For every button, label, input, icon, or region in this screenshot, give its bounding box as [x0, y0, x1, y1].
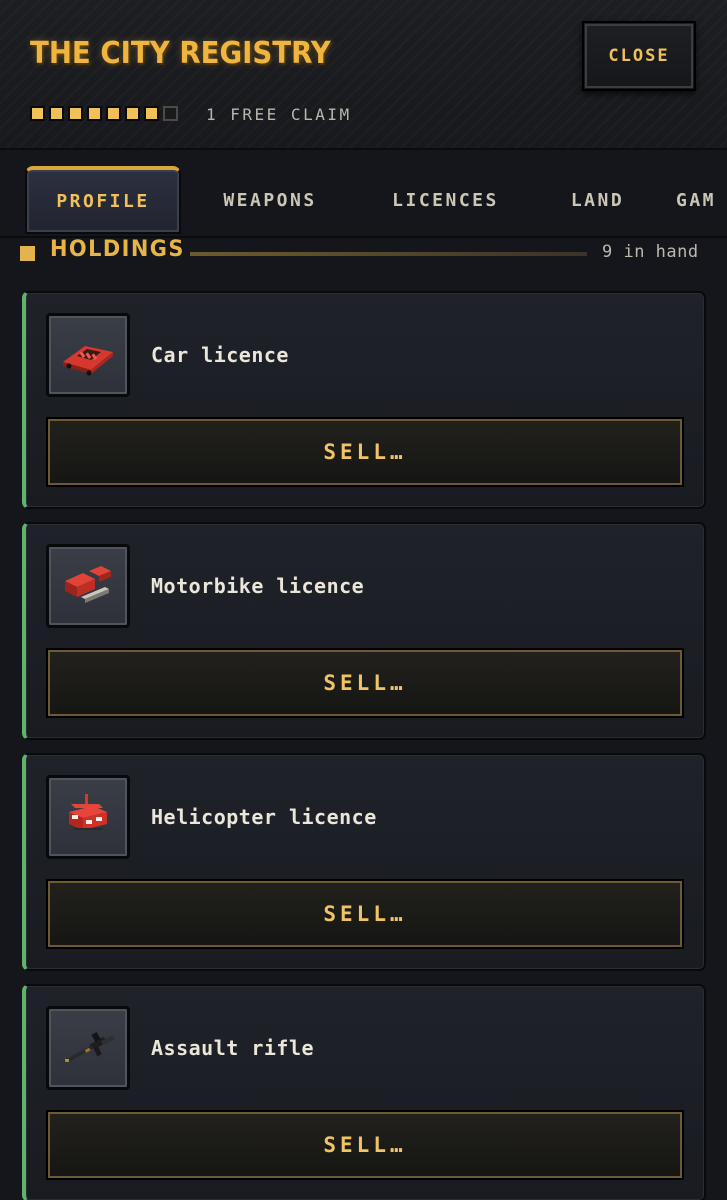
sell-button[interactable]: SELL… [46, 1110, 684, 1180]
page-title: THE CITY REGISTRY [30, 36, 331, 71]
motorbike-icon [46, 544, 130, 628]
section-title: HOLDINGS [50, 237, 185, 262]
section-divider [190, 252, 587, 256]
claim-pip [30, 106, 45, 121]
helicopter-icon [46, 775, 130, 859]
sell-button[interactable]: SELL… [46, 417, 684, 487]
registry-screen: THE CITY REGISTRY CLOSE 1 FREE CLAIM PRO… [0, 0, 727, 1200]
car-icon [46, 313, 130, 397]
tab-games[interactable]: GAM [676, 166, 727, 234]
tab-profile[interactable]: PROFILE [25, 166, 181, 234]
item-name: Car licence [151, 343, 289, 367]
header: THE CITY REGISTRY CLOSE 1 FREE CLAIM [0, 0, 727, 150]
claim-pip [106, 106, 121, 121]
sell-button[interactable]: SELL… [46, 648, 684, 718]
tab-bar: PROFILE WEAPONS LICENCES LAND GAM [0, 152, 727, 238]
close-button[interactable]: CLOSE [582, 21, 696, 91]
claim-pip [125, 106, 140, 121]
holding-card: Car licence SELL… [22, 291, 706, 509]
assault-rifle-icon [46, 1006, 130, 1090]
claim-pips [30, 106, 178, 121]
free-claim-text: 1 FREE CLAIM [206, 105, 352, 124]
claim-pip [49, 106, 64, 121]
claim-pip [68, 106, 83, 121]
claim-pip [144, 106, 159, 121]
item-name: Motorbike licence [151, 574, 365, 598]
tab-land[interactable]: LAND [550, 166, 645, 234]
holding-card: Helicopter licence SELL… [22, 753, 706, 971]
holding-card: Assault rifle SELL… [22, 984, 706, 1200]
section-marker-icon [20, 246, 35, 261]
holding-card: Motorbike licence SELL… [22, 522, 706, 740]
item-name: Assault rifle [151, 1036, 315, 1060]
sell-button[interactable]: SELL… [46, 879, 684, 949]
item-name: Helicopter licence [151, 805, 377, 829]
tab-weapons[interactable]: WEAPONS [200, 166, 340, 234]
holdings-count: 9 in hand [602, 242, 699, 262]
tab-licences[interactable]: LICENCES [368, 166, 523, 234]
claim-pip [87, 106, 102, 121]
claim-pip-empty [163, 106, 178, 121]
